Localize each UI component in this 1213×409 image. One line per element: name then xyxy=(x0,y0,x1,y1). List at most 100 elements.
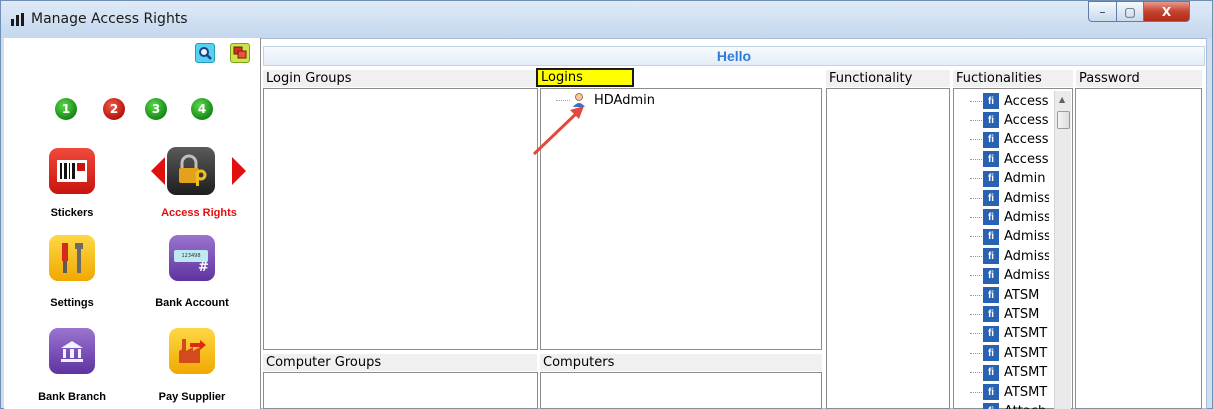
pay-supplier-label: Pay Supplier xyxy=(158,391,226,403)
tree-connector xyxy=(970,275,982,277)
bank-building-icon xyxy=(61,341,83,362)
step-1-button[interactable]: 1 xyxy=(55,98,77,120)
tree-connector xyxy=(970,333,982,335)
scroll-thumb[interactable] xyxy=(1057,111,1070,129)
fuctionality-item[interactable]: fi Admin xyxy=(970,169,1049,189)
fuctionality-item[interactable]: fi Access xyxy=(970,149,1049,169)
settings-label: Settings xyxy=(50,297,94,309)
tree-connector xyxy=(970,236,982,238)
settings-tile[interactable] xyxy=(49,235,95,281)
function-icon: fi xyxy=(983,248,999,265)
pay-supplier-tile[interactable] xyxy=(169,328,215,374)
access-rights-tile[interactable] xyxy=(167,147,215,195)
fuctionality-item[interactable]: fi ATSM xyxy=(970,304,1049,324)
fuctionality-item[interactable]: fi Attach xyxy=(970,401,1049,409)
fuctionality-item[interactable]: fi Access xyxy=(970,91,1049,111)
window-title: Manage Access Rights xyxy=(31,11,188,27)
fuctionality-item[interactable]: fi ATSMT xyxy=(970,382,1049,402)
maximize-button[interactable]: ▢ xyxy=(1116,1,1143,22)
function-icon: fi xyxy=(983,93,999,109)
tree-connector xyxy=(970,139,982,141)
fuctionality-label: ATSM xyxy=(1004,287,1040,303)
tree-connector xyxy=(970,372,982,374)
fuctionality-label: Attach xyxy=(1004,404,1049,409)
password-header: Password xyxy=(1076,70,1202,87)
function-icon: fi xyxy=(983,112,999,129)
step-4-button[interactable]: 4 xyxy=(191,98,213,120)
scroll-up-arrow-icon[interactable]: ▲ xyxy=(1059,95,1065,104)
stickers-label: Stickers xyxy=(50,207,94,219)
fuctionality-label: Admiss xyxy=(1004,248,1049,264)
fuctionality-item[interactable]: fi ATSMT xyxy=(970,343,1049,363)
fuctionality-label: ATSMT xyxy=(1004,345,1048,361)
function-icon: fi xyxy=(983,151,999,168)
function-icon: fi xyxy=(983,364,999,381)
function-icon: fi xyxy=(983,306,999,323)
function-icon: fi xyxy=(983,345,999,362)
factory-icon xyxy=(179,339,206,363)
fuctionality-label: Access xyxy=(1004,93,1049,109)
windows-button[interactable] xyxy=(230,43,250,63)
password-panel[interactable] xyxy=(1075,88,1202,409)
fuctionalities-scrollbar[interactable]: ▲ xyxy=(1054,91,1071,409)
function-icon: fi xyxy=(983,190,999,206)
minimize-button[interactable]: – xyxy=(1088,1,1116,22)
fuctionality-item[interactable]: fi Access xyxy=(970,130,1049,150)
fuctionality-label: ATSMT xyxy=(1004,365,1048,381)
fuctionality-label: Admin xyxy=(1004,171,1046,187)
fuctionality-item[interactable]: fi Admiss xyxy=(970,246,1049,266)
function-icon: fi xyxy=(983,384,999,400)
step-2-button[interactable]: 2 xyxy=(103,98,125,120)
windows-icon xyxy=(233,46,247,59)
left-panel: 1 2 3 4 Stickers Access Rights Settings xyxy=(4,38,261,409)
tree-connector xyxy=(970,216,982,218)
computers-list[interactable] xyxy=(540,372,822,409)
fuctionality-item[interactable]: fi Admiss xyxy=(970,188,1049,208)
step-3-button[interactable]: 3 xyxy=(145,98,167,120)
fuctionality-item[interactable]: fi Access xyxy=(970,110,1049,130)
tree-connector xyxy=(970,178,982,180)
bank-branch-tile[interactable] xyxy=(49,328,95,374)
fuctionality-label: Admiss xyxy=(1004,190,1049,206)
barcode-icon xyxy=(57,160,87,182)
fuctionality-item[interactable]: fi Admiss xyxy=(970,207,1049,227)
tree-connector xyxy=(970,119,982,121)
login-groups-list[interactable] xyxy=(263,88,538,350)
bank-account-label: Bank Account xyxy=(155,297,229,309)
computers-header: Computers xyxy=(540,354,822,371)
function-icon: fi xyxy=(983,403,999,409)
fuctionality-item[interactable]: fi Admiss xyxy=(970,227,1049,247)
computer-groups-list[interactable] xyxy=(263,372,538,409)
fuctionality-label: Access xyxy=(1004,112,1049,128)
annotation-arrow-icon xyxy=(532,106,584,156)
fuctionality-item[interactable]: fi ATSM xyxy=(970,285,1049,305)
tree-connector xyxy=(970,255,982,257)
fuctionality-item[interactable]: fi Admiss xyxy=(970,266,1049,286)
fuctionality-label: ATSMT xyxy=(1004,384,1048,400)
functionality-list[interactable] xyxy=(826,88,950,409)
function-icon: fi xyxy=(983,325,999,342)
logins-header: Logins xyxy=(536,68,634,87)
bank-branch-label: Bank Branch xyxy=(38,391,106,403)
bank-account-icon: 123498 # xyxy=(174,242,210,275)
fuctionality-item[interactable]: fi ATSMT xyxy=(970,363,1049,383)
function-icon: fi xyxy=(983,131,999,148)
tree-connector xyxy=(970,294,982,296)
next-arrow-icon[interactable] xyxy=(232,157,246,185)
fuctionality-label: Access xyxy=(1004,151,1049,167)
function-icon: fi xyxy=(983,267,999,284)
computer-groups-header: Computer Groups xyxy=(263,354,537,371)
stickers-tile[interactable] xyxy=(49,148,95,194)
login-name: HDAdmin xyxy=(594,92,655,108)
search-button[interactable] xyxy=(195,43,215,63)
padlock-key-icon xyxy=(179,154,207,186)
fuctionality-item[interactable]: fi ATSMT xyxy=(970,324,1049,344)
app-icon xyxy=(11,13,24,26)
function-icon: fi xyxy=(983,287,999,303)
fuctionality-label: Access xyxy=(1004,132,1049,148)
title-bar[interactable]: Manage Access Rights – ▢ X xyxy=(1,1,1212,38)
bank-account-tile[interactable]: 123498 # xyxy=(169,235,215,281)
tools-icon xyxy=(62,243,83,273)
previous-arrow-icon[interactable] xyxy=(151,157,165,185)
close-button[interactable]: X xyxy=(1143,1,1190,22)
